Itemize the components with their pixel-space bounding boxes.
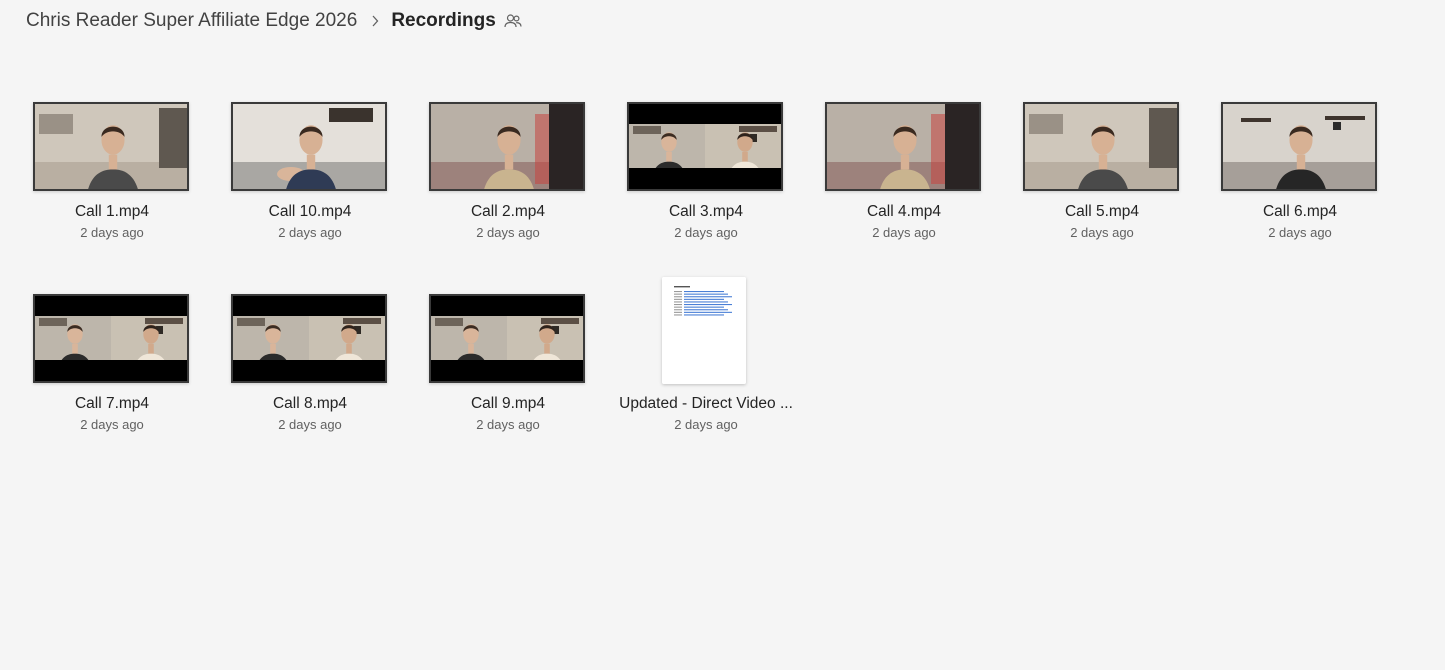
file-modified-date: 2 days ago bbox=[1070, 225, 1134, 240]
video-tile[interactable]: Call 4.mp4 2 days ago bbox=[805, 96, 1003, 266]
file-name: Updated - Direct Video ... bbox=[619, 395, 793, 412]
people-icon[interactable] bbox=[504, 13, 522, 29]
breadcrumb-current-folder: Recordings bbox=[391, 10, 496, 31]
file-modified-date: 2 days ago bbox=[476, 225, 540, 240]
breadcrumb: Chris Reader Super Affiliate Edge 2026 R… bbox=[26, 8, 522, 34]
file-browser-page: Chris Reader Super Affiliate Edge 2026 R… bbox=[0, 0, 1445, 670]
video-thumbnail bbox=[429, 102, 585, 191]
file-name: Call 6.mp4 bbox=[1262, 203, 1338, 220]
video-tile[interactable]: Call 5.mp4 2 days ago bbox=[1003, 96, 1201, 266]
file-name: Call 9.mp4 bbox=[470, 395, 546, 412]
video-thumbnail bbox=[33, 294, 189, 383]
video-thumbnail bbox=[429, 294, 585, 383]
video-tile[interactable]: Call 7.mp4 2 days ago bbox=[13, 288, 211, 458]
file-modified-date: 2 days ago bbox=[476, 417, 540, 432]
file-modified-date: 2 days ago bbox=[80, 225, 144, 240]
file-name: Call 1.mp4 bbox=[74, 203, 150, 220]
video-tile[interactable]: Call 9.mp4 2 days ago bbox=[409, 288, 607, 458]
video-thumbnail bbox=[627, 102, 783, 191]
video-tile[interactable]: Call 2.mp4 2 days ago bbox=[409, 96, 607, 266]
file-name: Call 5.mp4 bbox=[1064, 203, 1140, 220]
video-thumbnail bbox=[33, 102, 189, 191]
file-name: Call 3.mp4 bbox=[668, 203, 744, 220]
file-modified-date: 2 days ago bbox=[278, 417, 342, 432]
file-name: Call 7.mp4 bbox=[74, 395, 150, 412]
file-name: Call 10.mp4 bbox=[268, 203, 352, 220]
video-tile[interactable]: Call 1.mp4 2 days ago bbox=[13, 96, 211, 266]
file-modified-date: 2 days ago bbox=[278, 225, 342, 240]
file-modified-date: 2 days ago bbox=[674, 225, 738, 240]
video-tile[interactable]: Call 3.mp4 2 days ago bbox=[607, 96, 805, 266]
file-modified-date: 2 days ago bbox=[80, 417, 144, 432]
document-thumbnail bbox=[662, 277, 746, 384]
file-name: Call 2.mp4 bbox=[470, 203, 546, 220]
video-thumbnail bbox=[231, 102, 387, 191]
file-modified-date: 2 days ago bbox=[872, 225, 936, 240]
file-name: Call 4.mp4 bbox=[866, 203, 942, 220]
file-modified-date: 2 days ago bbox=[1268, 225, 1332, 240]
video-tile[interactable]: Call 6.mp4 2 days ago bbox=[1201, 96, 1399, 266]
video-thumbnail bbox=[825, 102, 981, 191]
breadcrumb-parent-folder[interactable]: Chris Reader Super Affiliate Edge 2026 bbox=[26, 8, 357, 34]
video-thumbnail bbox=[231, 294, 387, 383]
chevron-right-icon bbox=[368, 15, 382, 27]
file-modified-date: 2 days ago bbox=[674, 417, 738, 432]
file-name: Call 8.mp4 bbox=[272, 395, 348, 412]
video-thumbnail bbox=[1221, 102, 1377, 191]
video-thumbnail bbox=[1023, 102, 1179, 191]
document-tile[interactable]: Updated - Direct Video ... 2 days ago bbox=[607, 277, 805, 458]
video-tile[interactable]: Call 8.mp4 2 days ago bbox=[211, 288, 409, 458]
video-tile[interactable]: Call 10.mp4 2 days ago bbox=[211, 96, 409, 266]
